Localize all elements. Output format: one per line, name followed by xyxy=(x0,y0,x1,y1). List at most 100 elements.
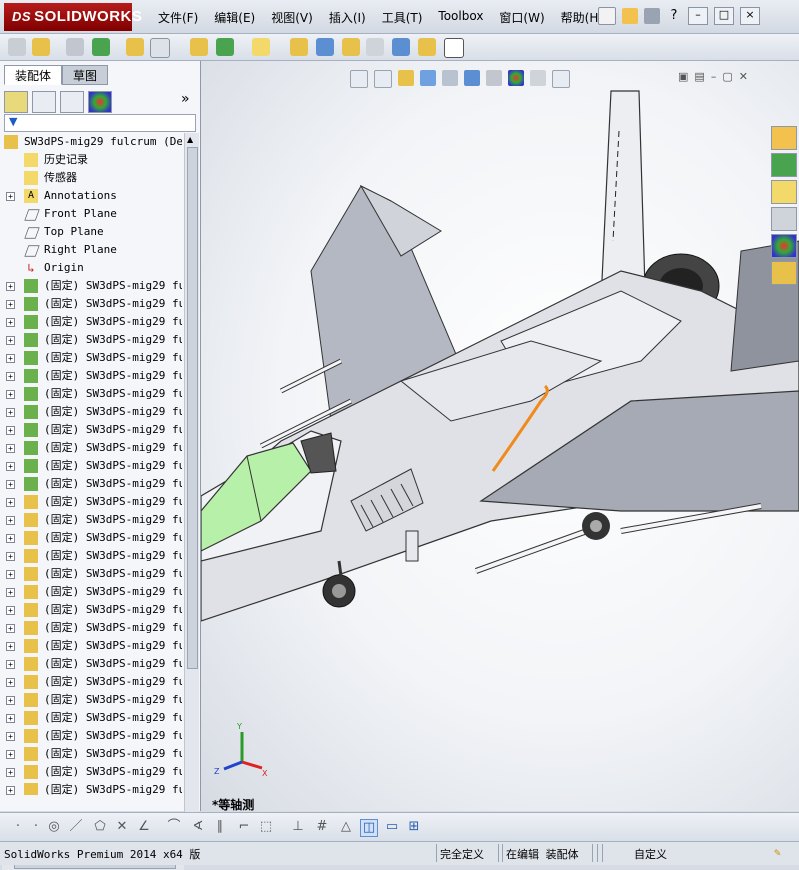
tree-component[interactable]: + (固定) SW3dPS-mig29 ful xyxy=(2,367,182,385)
expand-icon[interactable]: + xyxy=(6,768,15,777)
menu-file[interactable]: 文件(F) xyxy=(150,6,206,28)
appearances-icon[interactable] xyxy=(771,234,797,258)
custom-properties-icon[interactable] xyxy=(771,261,797,285)
new-motion-study-icon[interactable] xyxy=(290,38,308,56)
expand-icon[interactable]: + xyxy=(6,318,15,327)
expand-icon[interactable]: + xyxy=(6,786,15,795)
polygon-icon[interactable]: ⬠ xyxy=(92,819,108,835)
linear-pattern-icon[interactable] xyxy=(92,38,110,56)
tree-component[interactable]: + (固定) SW3dPS-mig29 ful xyxy=(2,565,182,583)
menu-toolbox[interactable]: Toolbox xyxy=(430,6,491,28)
trim-icon[interactable]: ✕ xyxy=(114,819,130,835)
solidworks-logo[interactable]: DS SOLIDWORKS xyxy=(4,3,142,31)
new-document-icon[interactable] xyxy=(598,7,616,25)
expand-icon[interactable]: + xyxy=(6,480,15,489)
options-icon[interactable] xyxy=(644,8,660,24)
grid-icon[interactable]: # xyxy=(314,819,330,835)
help-icon[interactable]: ? xyxy=(666,8,682,24)
property-manager-tab-icon[interactable] xyxy=(32,91,56,113)
parallel-icon[interactable]: ∥ xyxy=(212,819,228,835)
hide-show-items-icon[interactable] xyxy=(486,70,502,86)
show-hidden-icon[interactable] xyxy=(190,38,208,56)
tree-component[interactable]: + (固定) SW3dPS-mig29 ful xyxy=(2,313,182,331)
filter-icon[interactable]: ▼ xyxy=(9,115,17,128)
single-view-icon[interactable]: ▭ xyxy=(384,819,400,835)
file-explorer-icon[interactable] xyxy=(771,180,797,204)
expand-icon[interactable]: + xyxy=(6,336,15,345)
triangle-icon[interactable]: △ xyxy=(338,819,354,835)
tree-right-plane[interactable]: Right Plane xyxy=(2,241,182,259)
tree-component[interactable]: + (固定) SW3dPS-mig29 ful xyxy=(2,277,182,295)
corner-icon[interactable]: ⌐ xyxy=(236,819,252,835)
expand-icon[interactable]: + xyxy=(6,390,15,399)
expand-icon[interactable]: + xyxy=(6,696,15,705)
tab-assembly[interactable]: 装配体 xyxy=(4,65,63,85)
tree-history[interactable]: 历史记录 xyxy=(2,151,182,169)
insert-component-icon[interactable] xyxy=(32,38,50,56)
tree-root[interactable]: SW3dPS-mig29 fulcrum (Defa xyxy=(2,133,182,151)
angle-icon[interactable]: ∢ xyxy=(190,819,206,835)
expand-icon[interactable]: + xyxy=(6,192,15,201)
scroll-thumb[interactable] xyxy=(187,147,198,669)
open-folder-icon[interactable] xyxy=(622,8,638,24)
mate-icon[interactable] xyxy=(66,38,84,56)
tree-component[interactable]: + (固定) SW3dPS-mig29 ful xyxy=(2,619,182,637)
tree-component[interactable]: + (固定) SW3dPS-mig29 ful xyxy=(2,421,182,439)
tree-component[interactable]: + (固定) SW3dPS-mig29 ful xyxy=(2,691,182,709)
menu-tools[interactable]: 工具(T) xyxy=(374,6,431,28)
tree-component[interactable]: + (固定) SW3dPS-mig29 ful xyxy=(2,439,182,457)
maximize-document-icon[interactable]: ▢ xyxy=(722,70,732,83)
tree-component[interactable]: + (固定) SW3dPS-mig29 ful xyxy=(2,763,182,781)
tree-front-plane[interactable]: Front Plane xyxy=(2,205,182,223)
tree-component[interactable]: + (固定) SW3dPS-mig29 ful xyxy=(2,655,182,673)
tab-sketch[interactable]: 草图 xyxy=(62,65,109,85)
graphics-area[interactable] xyxy=(201,61,799,811)
display-manager-tab-icon[interactable] xyxy=(88,91,112,113)
tree-component[interactable]: + (固定) SW3dPS-mig29 ful xyxy=(2,547,182,565)
rebuild-icon[interactable]: ✎ xyxy=(774,846,781,859)
bill-of-materials-icon[interactable] xyxy=(316,38,334,56)
close-document-icon[interactable]: ✕ xyxy=(739,70,748,83)
expand-icon[interactable]: + xyxy=(6,660,15,669)
edit-appearance-icon[interactable] xyxy=(508,70,524,86)
dimension-icon[interactable]: ⊥ xyxy=(290,819,306,835)
tree-component[interactable]: + (固定) SW3dPS-mig29 ful xyxy=(2,637,182,655)
update-speedpak-icon[interactable] xyxy=(418,38,436,56)
view-settings-icon[interactable] xyxy=(552,70,570,88)
close-button[interactable]: × xyxy=(740,7,760,25)
view-orientation-icon[interactable] xyxy=(442,70,458,86)
two-view-icon[interactable]: ⊞ xyxy=(406,819,422,835)
expand-icon[interactable]: + xyxy=(6,444,15,453)
expand-icon[interactable]: + xyxy=(6,624,15,633)
expand-icon[interactable]: + xyxy=(6,552,15,561)
tree-origin[interactable]: ↳ Origin xyxy=(2,259,182,277)
menu-window[interactable]: 窗口(W) xyxy=(491,6,552,28)
expand-icon[interactable]: + xyxy=(6,282,15,291)
tree-component[interactable]: + (固定) SW3dPS-mig29 ful xyxy=(2,331,182,349)
tree-component[interactable]: + (固定) SW3dPS-mig29 ful xyxy=(2,403,182,421)
tree-component[interactable]: + (固定) SW3dPS-mig29 ful xyxy=(2,493,182,511)
expand-icon[interactable]: + xyxy=(6,588,15,597)
expand-icon[interactable]: + xyxy=(6,642,15,651)
smart-fasteners-icon[interactable] xyxy=(126,38,144,56)
tree-component[interactable]: + (固定) SW3dPS-mig29 ful xyxy=(2,529,182,547)
arc-icon[interactable]: ⌒ xyxy=(166,819,182,835)
expand-icon[interactable]: + xyxy=(6,300,15,309)
tree-component[interactable]: + (固定) SW3dPS-mig29 ful xyxy=(2,457,182,475)
minimize-document-icon[interactable]: – xyxy=(711,70,717,83)
point-icon[interactable]: · xyxy=(10,819,26,835)
model-render[interactable] xyxy=(201,61,799,811)
expand-icon[interactable]: + xyxy=(6,714,15,723)
expand-icon[interactable]: + xyxy=(6,354,15,363)
tree-component[interactable]: + (固定) SW3dPS-mig29 ful xyxy=(2,673,182,691)
section-view-icon[interactable] xyxy=(420,70,436,86)
take-snapshot-icon[interactable] xyxy=(444,38,464,58)
tree-component[interactable]: + (固定) SW3dPS-mig29 ful xyxy=(2,583,182,601)
feature-manager-tab-icon[interactable] xyxy=(4,91,28,113)
split-viewport-icon[interactable]: ▤ xyxy=(694,70,704,83)
expand-icon[interactable]: + xyxy=(6,462,15,471)
tree-component[interactable]: + (固定) SW3dPS-mig29 ful xyxy=(2,727,182,745)
point-icon[interactable]: · xyxy=(28,819,44,835)
assembly-features-icon[interactable] xyxy=(216,38,234,56)
zoom-to-fit-icon[interactable] xyxy=(350,70,368,88)
